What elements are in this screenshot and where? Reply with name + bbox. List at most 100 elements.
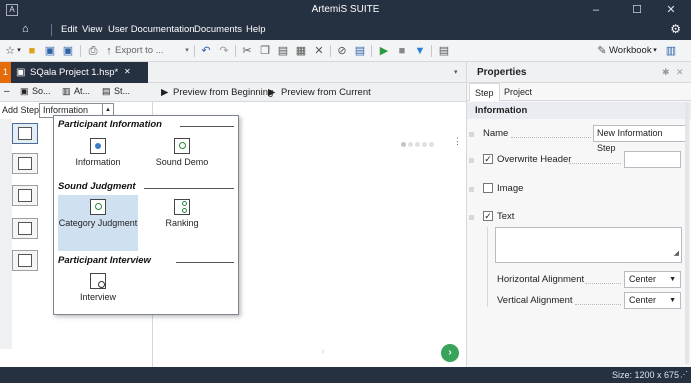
step-thumbnail-3[interactable] <box>12 185 38 206</box>
menu-help[interactable]: Help <box>246 24 266 35</box>
step-thumbnail-2[interactable] <box>12 153 38 174</box>
play-icon[interactable]: ▶ <box>377 43 391 59</box>
play-icon: ▶ <box>161 87 169 98</box>
step-option-label: Category Judgment <box>58 218 138 228</box>
step-option-sound-demo[interactable]: Sound Demo <box>142 134 222 168</box>
horizontal-alignment-row: Horizontal Alignment Center ▼ <box>467 270 691 290</box>
tab-close-icon[interactable]: ✕ <box>124 67 131 76</box>
duplicate-icon[interactable]: ▦ <box>294 43 308 59</box>
filter-icon[interactable]: ▼ <box>413 43 427 59</box>
copy-icon[interactable]: ❐ <box>258 43 272 59</box>
pin-icon[interactable]: ✱ <box>662 67 670 78</box>
menu-divider <box>51 24 52 36</box>
overwrite-header-checkbox[interactable]: ✓ <box>483 154 493 164</box>
preview-from-beginning-button[interactable]: Preview from Beginning <box>173 87 273 98</box>
tab-steps[interactable]: St... <box>114 86 130 96</box>
export-icon[interactable]: ↑ <box>104 43 114 59</box>
group-participant-interview: Participant Interview <box>58 255 154 266</box>
name-row: Name New Information Step <box>467 124 691 153</box>
chevron-down-icon[interactable]: ▾ <box>651 43 659 59</box>
folder-icon[interactable]: ■ <box>25 43 39 59</box>
vertical-alignment-select[interactable]: Center ▼ <box>624 292 681 309</box>
document-tab[interactable]: 1 ▣ SQala Project 1.hsp* ✕ <box>0 62 148 83</box>
horizontal-alignment-select[interactable]: Center ▼ <box>624 271 681 288</box>
properties-scrollbar[interactable] <box>685 102 689 364</box>
left-panel-tabs: – ▣ So... ▥ At... ▤ St... <box>0 83 153 102</box>
text-label: Text <box>497 211 515 222</box>
page-dot <box>429 142 434 147</box>
paste-icon[interactable]: ▤ <box>276 43 290 59</box>
redo-icon[interactable]: ↷ <box>217 43 231 59</box>
properties-panel: Properties ✱ ✕ Step Project Information … <box>466 62 691 367</box>
minimize-button[interactable]: – <box>582 2 610 18</box>
maximize-button[interactable]: ☐ <box>623 2 651 18</box>
overwrite-header-field[interactable] <box>624 151 681 168</box>
title-bar: A ArtemiS SUITE – ☐ ✕ <box>0 0 691 20</box>
play-icon: ▶ <box>268 87 276 98</box>
more-options-icon[interactable]: ⋮ <box>453 136 462 147</box>
cut-icon[interactable]: ✂ <box>240 43 254 59</box>
page-dot <box>401 142 406 147</box>
print-icon[interactable]: ⎙ <box>86 43 100 59</box>
block-icon[interactable]: ⊘ <box>335 43 349 59</box>
sound-tab-icon: ▣ <box>20 86 29 96</box>
chevron-down-icon[interactable]: ▾ <box>454 68 458 76</box>
horizontal-alignment-label: Horizontal Alignment <box>497 274 585 285</box>
steps-tab-icon: ▤ <box>102 86 111 96</box>
group-participant-information: Participant Information <box>58 119 165 130</box>
image-checkbox[interactable] <box>483 183 493 193</box>
chevron-down-icon[interactable]: ▾ <box>15 43 23 59</box>
attribute-tab-icon: ▥ <box>62 86 71 96</box>
layout-icon[interactable]: ▤ <box>437 43 451 59</box>
preview-from-current-button[interactable]: Preview from Current <box>281 87 371 98</box>
step-thumbnail-4[interactable] <box>12 218 38 239</box>
step-thumbnail-1[interactable] <box>12 123 38 144</box>
name-label: Name <box>483 128 509 139</box>
step-thumbnail-5[interactable] <box>12 250 38 271</box>
menu-documents[interactable]: Documents <box>194 24 242 35</box>
undo-icon[interactable]: ↶ <box>199 43 213 59</box>
save-as-icon[interactable]: ▣ <box>61 43 75 59</box>
window-icon[interactable]: ▤ <box>353 43 367 59</box>
stop-icon[interactable]: ■ <box>395 43 409 59</box>
step-option-ranking[interactable]: Ranking <box>142 195 222 229</box>
toolbar-divider <box>80 45 81 57</box>
step-option-category-judgment[interactable]: Category Judgment <box>58 195 138 251</box>
tab-project[interactable]: Project <box>499 83 537 101</box>
group-divider <box>176 262 234 263</box>
menu-user-documentation[interactable]: User Documentation <box>108 24 195 35</box>
next-button[interactable]: › <box>441 344 459 362</box>
close-button[interactable]: ✕ <box>657 2 685 18</box>
dotted-leader <box>511 137 591 138</box>
tab-step[interactable]: Step <box>469 83 500 101</box>
add-step-menu: Participant Information Information Soun… <box>53 115 239 315</box>
menu-edit[interactable]: Edit <box>61 24 77 35</box>
step-option-label: Sound Demo <box>155 157 209 167</box>
step-option-interview[interactable]: Interview <box>58 269 138 303</box>
step-option-information[interactable]: Information <box>58 134 138 168</box>
tab-sounds[interactable]: So... <box>32 86 51 96</box>
tab-attributes[interactable]: At... <box>74 86 90 96</box>
collapse-icon[interactable]: – <box>4 86 10 97</box>
status-bar: Size: 1200 x 675 ⋰ <box>0 367 691 383</box>
home-icon[interactable]: ⌂ <box>22 23 29 35</box>
canvas-size-text: Size: 1200 x 675 <box>611 370 679 380</box>
resize-grip-icon[interactable]: ⋰ <box>680 370 688 379</box>
text-area[interactable]: ◢ <box>495 227 682 263</box>
export-to-button[interactable]: Export to ... <box>115 43 185 59</box>
menu-view[interactable]: View <box>82 24 102 35</box>
delete-icon[interactable]: ✕ <box>312 43 326 59</box>
chevron-down-icon[interactable]: ▾ <box>183 43 191 59</box>
workbook-icon: ✎ <box>597 45 607 57</box>
gear-icon[interactable]: ⚙ <box>670 22 681 36</box>
toolbar-divider <box>194 45 195 57</box>
chevron-right-icon[interactable]: › <box>321 346 324 357</box>
name-field[interactable]: New Information Step <box>593 125 686 153</box>
text-checkbox[interactable]: ✓ <box>483 211 493 221</box>
resize-handle-icon[interactable]: ◢ <box>674 246 679 261</box>
save-icon[interactable]: ▣ <box>43 43 57 59</box>
close-icon[interactable]: ✕ <box>676 67 684 78</box>
page-dot <box>415 142 420 147</box>
information-icon <box>90 138 106 154</box>
panel-layout-icon[interactable]: ▥ <box>664 43 678 59</box>
